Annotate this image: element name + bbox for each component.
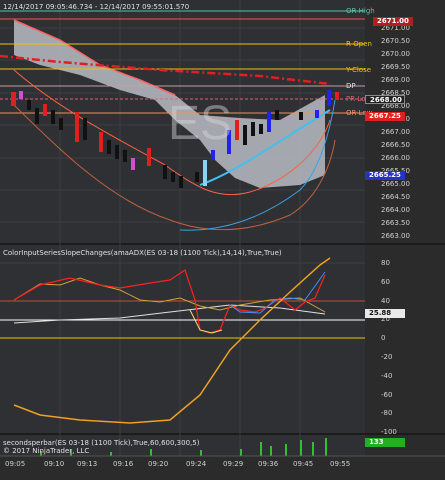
price-tag-gray[interactable]: 2668.00 bbox=[365, 95, 405, 104]
chart-time-range: 12/14/2017 09:05:46.734 - 12/14/2017 09:… bbox=[3, 3, 190, 11]
time-tick: 09:20 bbox=[148, 460, 169, 468]
copyright: © 2017 NinjaTrader, LLC bbox=[3, 447, 90, 455]
watermark: ES bbox=[168, 97, 233, 150]
indicator1-tick: 80 bbox=[381, 259, 390, 267]
time-tick: 09:16 bbox=[113, 460, 134, 468]
time-tick: 09:10 bbox=[44, 460, 65, 468]
indicator1-tick: -100 bbox=[381, 428, 397, 437]
time-tick: 09:45 bbox=[293, 460, 314, 468]
price-tag-top[interactable]: 2671.00 bbox=[373, 17, 413, 26]
price-tick: 2670.50 bbox=[381, 37, 410, 45]
time-tick: 09:24 bbox=[186, 460, 207, 468]
level-or-high-label: OR-High bbox=[346, 7, 375, 15]
price-tag-red[interactable]: 2667.25 bbox=[365, 112, 405, 121]
price-tick: 2670.00 bbox=[381, 50, 410, 58]
price-tick: 2666.00 bbox=[381, 154, 410, 162]
time-tick: 09:36 bbox=[258, 460, 279, 468]
indicator1-tick: 60 bbox=[381, 277, 390, 286]
level-dp-label: DP bbox=[346, 82, 356, 90]
indicator1-value-tag[interactable]: 25.88 bbox=[365, 309, 405, 318]
level-r-open-label: R-Open bbox=[346, 40, 372, 48]
indicator1-tick: -60 bbox=[381, 390, 393, 399]
indicator1-tick: -20 bbox=[381, 353, 393, 361]
price-tag-blue[interactable]: 2665.25 bbox=[365, 171, 405, 180]
indicator1-tick: 40 bbox=[381, 296, 390, 305]
indicator2-value-tag[interactable]: 133 bbox=[365, 438, 405, 447]
time-tick: 09:55 bbox=[330, 460, 351, 468]
price-tick: 2669.00 bbox=[381, 76, 410, 84]
indicator1-title: ColorInputSeriesSlopeChanges(amaADX(ES 0… bbox=[3, 249, 282, 257]
price-tick: 2664.00 bbox=[381, 206, 410, 214]
price-tick: 2667.00 bbox=[381, 128, 410, 136]
price-tick: 2663.50 bbox=[381, 219, 410, 227]
price-tick: 2666.50 bbox=[381, 141, 410, 149]
price-tick: 2663.00 bbox=[381, 232, 410, 240]
indicator1-tick: 0 bbox=[381, 334, 386, 343]
chart-drawing bbox=[0, 0, 445, 457]
price-tick: 2665.00 bbox=[381, 180, 410, 188]
indicator1-tick: -40 bbox=[381, 371, 393, 380]
level-y-close-label: Y-Close bbox=[346, 66, 372, 74]
indicator2-title: secondsperbar(ES 03-18 (1100 Tick),True,… bbox=[3, 439, 200, 447]
time-tick: 09:13 bbox=[77, 460, 98, 468]
price-tick: 2664.50 bbox=[381, 193, 410, 201]
indicator1-tick: -80 bbox=[381, 409, 393, 418]
time-tick: 09:29 bbox=[223, 460, 244, 468]
price-tick: 2669.50 bbox=[381, 63, 410, 71]
time-tick: 09:05 bbox=[5, 460, 26, 468]
